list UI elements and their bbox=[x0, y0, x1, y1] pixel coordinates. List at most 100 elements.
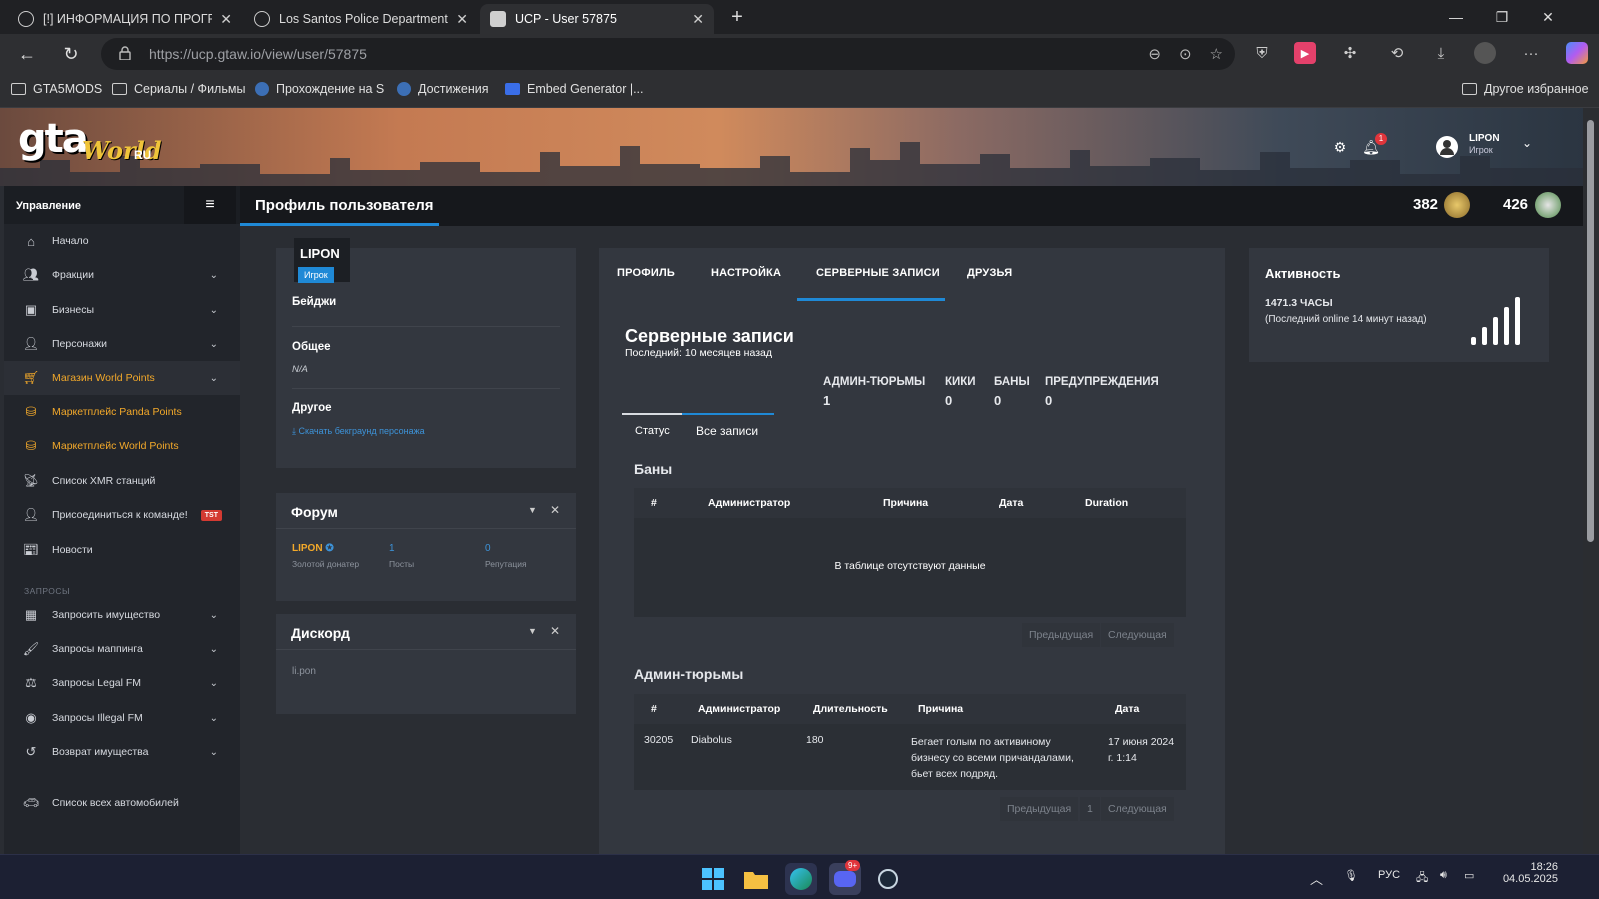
bookmarks-bar: GTA5MODS Сериалы / Фильмы Прохождение на… bbox=[0, 74, 1599, 108]
sidebar-item-mapping[interactable]: 🖌︎ Запросы маппинга ⌄ bbox=[4, 632, 240, 666]
edge-browser-icon[interactable] bbox=[785, 863, 817, 895]
bans-prev-button[interactable]: Предыдущая bbox=[1022, 623, 1101, 647]
chevron-down-icon[interactable]: ⌄ bbox=[1522, 136, 1532, 150]
profile-avatar-icon[interactable] bbox=[1474, 42, 1496, 64]
file-explorer-icon[interactable] bbox=[740, 863, 772, 895]
page-scrollbar[interactable] bbox=[1583, 108, 1599, 854]
forum-username[interactable]: LIPON ✪ bbox=[292, 543, 334, 554]
page-topbar: Профиль пользователя 382 426 bbox=[240, 186, 1599, 226]
scrollbar-thumb[interactable] bbox=[1587, 120, 1594, 542]
bans-col-reason[interactable]: Причина bbox=[883, 497, 928, 509]
volume-icon[interactable]: 🔊︎ bbox=[1440, 869, 1447, 882]
more-icon[interactable]: ··· bbox=[1520, 42, 1542, 64]
bans-col-admin[interactable]: Администратор bbox=[708, 497, 790, 509]
sidebar-item-news[interactable]: 📰︎ Новости bbox=[4, 533, 240, 567]
clock[interactable]: 18:26 04.05.2025 bbox=[1502, 861, 1558, 885]
collapse-icon[interactable]: ▼ bbox=[528, 626, 537, 636]
bookmark-achievements[interactable]: Достижения bbox=[397, 82, 488, 96]
tab-profile[interactable]: ПРОФИЛЬ bbox=[617, 267, 675, 279]
reader-icon[interactable]: ⊙ bbox=[1179, 45, 1192, 63]
jails-prev-button[interactable]: Предыдущая bbox=[1000, 797, 1079, 821]
bans-col-date[interactable]: Дата bbox=[999, 497, 1023, 509]
new-tab-button[interactable]: + bbox=[724, 4, 750, 30]
jails-col-reason[interactable]: Причина bbox=[918, 703, 963, 715]
bookmark-gta5mods[interactable]: GTA5MODS bbox=[11, 82, 102, 96]
sidebar-item-return-property[interactable]: ↺ Возврат имущества ⌄ bbox=[4, 735, 240, 769]
close-window-button[interactable]: ✕ bbox=[1525, 0, 1571, 34]
language-indicator[interactable]: РУС bbox=[1378, 869, 1400, 881]
sidebar-item-panda-market[interactable]: ⛁ Маркетплейс Panda Points bbox=[4, 395, 240, 429]
browser-tab[interactable]: Los Santos Police Department - H ✕ bbox=[244, 4, 478, 34]
extension-icon[interactable]: ▶ bbox=[1294, 42, 1316, 64]
sidebar-item-xmr[interactable]: 📡︎ Список XMR станций bbox=[4, 464, 240, 498]
browser-tab-active[interactable]: UCP - User 57875 ✕ bbox=[480, 4, 714, 34]
star-icon[interactable]: ☆ bbox=[1210, 45, 1223, 63]
tab-friends[interactable]: ДРУЗЬЯ bbox=[967, 267, 1012, 279]
settings-gear-icon[interactable]: ⚙ bbox=[1331, 138, 1349, 156]
minimize-button[interactable]: — bbox=[1433, 0, 1479, 34]
panda-medal-icon bbox=[1535, 192, 1561, 218]
tab-settings[interactable]: НАСТРОЙКА bbox=[711, 267, 781, 279]
sidebar-item-label: Присоединиться к команде! bbox=[52, 509, 188, 521]
jails-page-button[interactable]: 1 bbox=[1080, 797, 1100, 821]
close-icon[interactable]: ✕ bbox=[220, 11, 232, 28]
microphone-icon[interactable]: 🎙︎ bbox=[1344, 869, 1358, 882]
bans-col-id[interactable]: # bbox=[651, 497, 657, 509]
history-icon[interactable]: ⟲ bbox=[1386, 42, 1408, 64]
tab-title: UCP - User 57875 bbox=[515, 12, 617, 26]
chevron-down-icon: ⌄ bbox=[209, 712, 218, 724]
sidebar-item-businesses[interactable]: ▣ Бизнесы ⌄ bbox=[4, 293, 240, 327]
jails-col-duration[interactable]: Длительность bbox=[813, 703, 888, 715]
jails-col-admin[interactable]: Администратор bbox=[698, 703, 780, 715]
subtab-status[interactable]: Статус bbox=[635, 425, 670, 437]
copilot-icon[interactable] bbox=[1566, 42, 1588, 64]
zoom-icon[interactable]: ⊖ bbox=[1148, 45, 1161, 63]
network-icon[interactable]: 🖧︎ bbox=[1416, 869, 1428, 888]
jails-col-id[interactable]: # bbox=[651, 703, 657, 715]
back-button[interactable]: ← bbox=[13, 40, 41, 68]
sidebar-item-factions[interactable]: 👥︎ Фракции ⌄ bbox=[4, 258, 240, 292]
hamburger-menu-icon[interactable]: ≡ bbox=[184, 186, 236, 224]
sidebar-item-wp-market[interactable]: ⛁ Маркетплейс World Points bbox=[4, 429, 240, 463]
subtab-all-records[interactable]: Все записи bbox=[696, 424, 758, 438]
battery-icon[interactable]: ▭ bbox=[1464, 869, 1474, 882]
close-icon[interactable]: ✕ bbox=[550, 503, 560, 517]
sidebar-item-join-team[interactable]: 👤︎ Присоединиться к команде! TST bbox=[4, 498, 240, 532]
browser-tab[interactable]: [!] ИНФОРМАЦИЯ ПО ПРОГРАМ ✕ bbox=[8, 4, 242, 34]
close-icon[interactable]: ✕ bbox=[456, 11, 468, 28]
shield-icon[interactable]: ⛨ bbox=[1251, 42, 1273, 64]
discord-title: Дискорд bbox=[291, 625, 350, 641]
sidebar-item-request-property[interactable]: ▦ Запросить имущество ⌄ bbox=[4, 598, 240, 632]
steam-icon[interactable] bbox=[872, 863, 904, 895]
jails-next-button[interactable]: Следующая bbox=[1101, 797, 1174, 821]
sidebar-item-illegal-fm[interactable]: ◉ Запросы Illegal FM ⌄ bbox=[4, 701, 240, 735]
jails-col-date[interactable]: Дата bbox=[1115, 703, 1139, 715]
gta-logo[interactable]: gta bbox=[18, 116, 89, 162]
bans-title: Баны bbox=[634, 461, 673, 477]
download-background-link[interactable]: ⤓ Скачать бекграунд персонажа bbox=[292, 426, 425, 437]
bookmark-walkthrough[interactable]: Прохождение на S bbox=[255, 82, 384, 96]
collapse-icon[interactable]: ▼ bbox=[528, 505, 537, 515]
sidebar-item-home[interactable]: ⌂ Начало bbox=[4, 224, 240, 258]
tray-chevron-up-icon[interactable]: ︿ bbox=[1310, 869, 1323, 888]
bookmark-series[interactable]: Сериалы / Фильмы bbox=[112, 82, 245, 96]
user-name[interactable]: LIPON bbox=[1469, 133, 1500, 144]
windows-start-icon[interactable] bbox=[697, 863, 729, 895]
sidebar-item-characters[interactable]: 👤︎ Персонажи ⌄ bbox=[4, 327, 240, 361]
download-icon[interactable]: ⤓ bbox=[1430, 42, 1452, 64]
bookmark-embed-generator[interactable]: Embed Generator |... bbox=[505, 82, 644, 96]
sidebar-item-wp-shop[interactable]: 🛒︎ Магазин World Points ⌄ bbox=[4, 361, 240, 395]
other-favorites[interactable]: Другое избранное bbox=[1462, 82, 1589, 96]
address-bar[interactable]: https://ucp.gtaw.io/view/user/57875 ⊖ ⊙ … bbox=[101, 38, 1235, 70]
tab-server-records[interactable]: СЕРВЕРНЫЕ ЗАПИСИ bbox=[816, 267, 940, 279]
bans-col-duration[interactable]: Duration bbox=[1085, 497, 1128, 509]
user-avatar[interactable] bbox=[1436, 136, 1458, 158]
bans-next-button[interactable]: Следующая bbox=[1101, 623, 1174, 647]
reload-button[interactable]: ↻ bbox=[57, 40, 85, 68]
sidebar-item-legal-fm[interactable]: ⚖ Запросы Legal FM ⌄ bbox=[4, 666, 240, 700]
sidebar-item-vehicles[interactable]: 🚗︎ Список всех автомобилей bbox=[4, 786, 240, 820]
close-icon[interactable]: ✕ bbox=[550, 624, 560, 638]
restore-button[interactable]: ❐ bbox=[1479, 0, 1525, 34]
puzzle-icon[interactable]: ✣ bbox=[1339, 42, 1361, 64]
close-icon[interactable]: ✕ bbox=[692, 11, 704, 28]
